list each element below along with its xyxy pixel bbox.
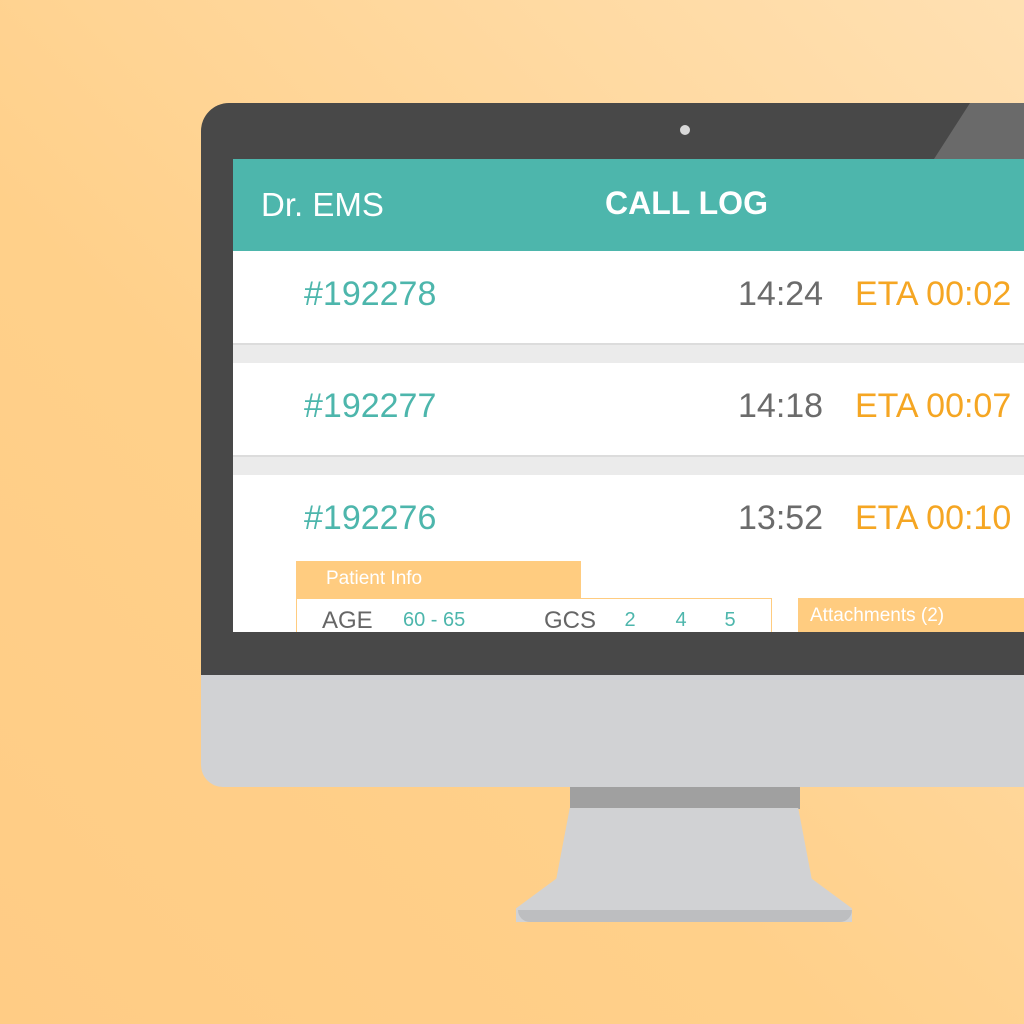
age-label: AGE: [322, 607, 373, 632]
call-id: #192278: [304, 275, 437, 313]
patient-info-tab[interactable]: Patient Info: [296, 561, 581, 599]
call-row[interactable]: #192277 14:18 ETA 00:07: [233, 363, 1024, 457]
patient-info-panel: AGE 60 - 65 GCS 2 4 5: [296, 598, 772, 632]
attachments-label: Attachments (2): [810, 605, 945, 626]
call-time: 14:24: [738, 275, 824, 313]
stand-neck-shadow: [570, 787, 800, 809]
bezel-reflection: [934, 103, 1024, 159]
app-header: Dr. EMS CALL LOG: [233, 159, 1024, 251]
gcs-label: GCS: [544, 607, 597, 632]
call-eta: ETA 00:02: [855, 275, 1012, 313]
gcs-eye-field[interactable]: 2: [616, 609, 644, 632]
call-row[interactable]: #192278 14:24 ETA 00:02: [233, 251, 1024, 345]
call-eta: ETA 00:07: [855, 387, 1012, 425]
patient-info-label: Patient Info: [326, 568, 423, 589]
call-eta: ETA 00:10: [855, 499, 1012, 537]
attachments-tab[interactable]: Attachments (2): [798, 598, 1024, 632]
gcs-verbal-field[interactable]: 4: [667, 609, 695, 632]
app-screen: Dr. EMS CALL LOG #192278 14:24 ETA 00:02…: [233, 159, 1024, 632]
call-id: #192276: [304, 499, 437, 537]
call-id: #192277: [304, 387, 437, 425]
call-row-expanded[interactable]: #192276 13:52 ETA 00:10 Patient Info AGE…: [233, 475, 1024, 632]
call-time: 14:18: [738, 387, 824, 425]
monitor-chin: [201, 675, 1024, 787]
call-time: 13:52: [738, 499, 824, 537]
call-list: #192278 14:24 ETA 00:02 #192277 14:18 ET…: [233, 251, 1024, 632]
brand-name: Dr. EMS: [261, 186, 384, 223]
age-value: 60 - 65: [403, 609, 466, 631]
monitor-stand: [516, 808, 852, 922]
monitor-stand-base: [518, 910, 852, 922]
camera-icon: [680, 125, 690, 135]
page-title: CALL LOG: [605, 185, 768, 221]
gcs-motor-field[interactable]: 5: [716, 609, 744, 632]
